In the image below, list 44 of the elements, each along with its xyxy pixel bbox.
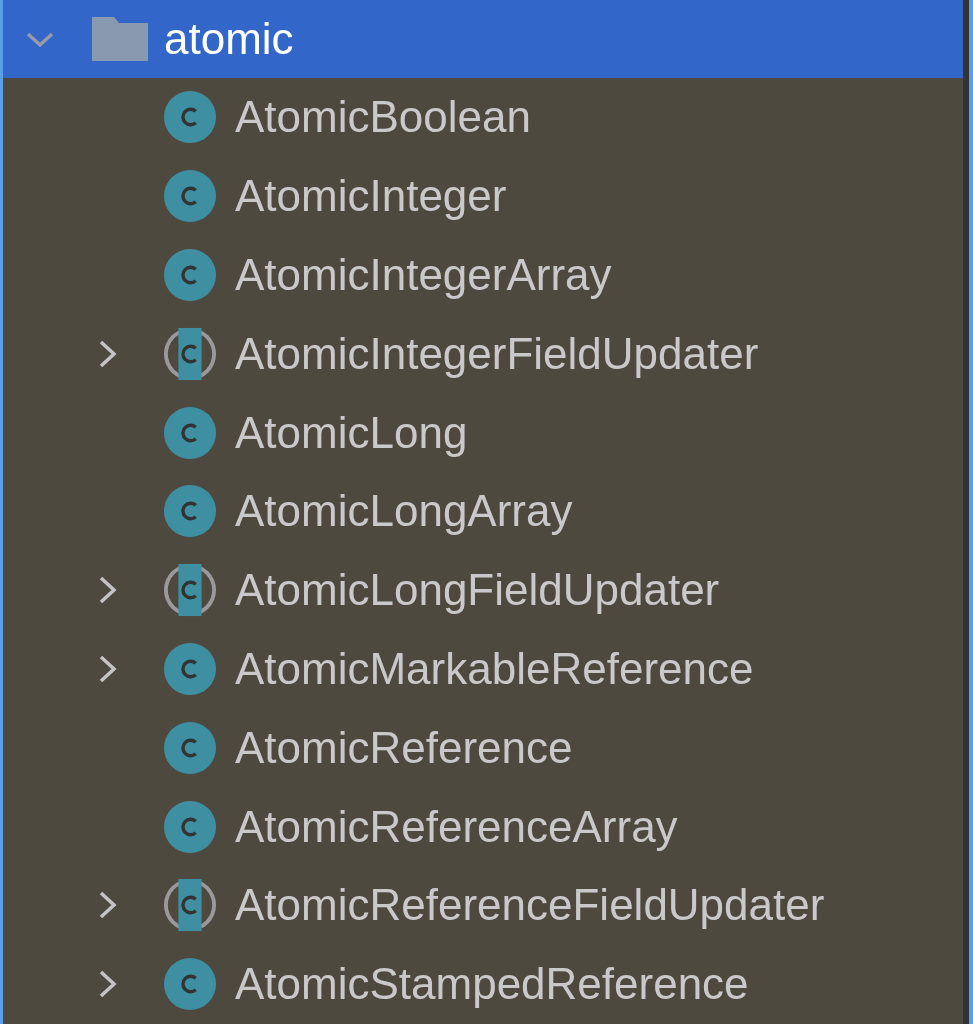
tree-item[interactable]: AtomicIntegerArray	[3, 235, 963, 315]
tree-item[interactable]: AtomicLong	[3, 393, 963, 472]
class-name: AtomicReference	[235, 722, 573, 773]
tree-item[interactable]: AtomicLongArray	[3, 472, 963, 551]
tree-item[interactable]: AtomicReferenceArray	[3, 787, 963, 866]
class-icon	[163, 641, 217, 696]
chevron-right-icon[interactable]	[98, 969, 118, 1000]
class-icon	[163, 799, 217, 854]
tree-item[interactable]: AtomicLongFieldUpdater	[3, 550, 963, 630]
tree-item[interactable]: AtomicIntegerFieldUpdater	[3, 314, 963, 394]
class-name: AtomicLong	[235, 407, 468, 458]
chevron-right-icon[interactable]	[98, 575, 118, 606]
abstract-class-icon	[163, 878, 217, 933]
tree-item[interactable]: AtomicReferenceFieldUpdater	[3, 865, 963, 945]
class-icon	[163, 405, 217, 460]
tree-item[interactable]: AtomicMarkableReference	[3, 629, 963, 709]
class-name: AtomicMarkableReference	[235, 643, 754, 694]
class-name: AtomicInteger	[235, 171, 507, 222]
class-icon	[163, 484, 217, 539]
abstract-class-icon	[163, 563, 217, 618]
folder-name: atomic	[164, 14, 294, 64]
chevron-right-icon[interactable]	[98, 890, 118, 921]
tree-item[interactable]: AtomicStampedReference	[3, 944, 963, 1024]
class-icon	[163, 720, 217, 775]
class-icon	[163, 957, 217, 1012]
abstract-class-icon	[163, 326, 217, 381]
class-name: AtomicIntegerArray	[235, 250, 612, 300]
class-name: AtomicLongFieldUpdater	[235, 565, 720, 616]
class-name: AtomicBoolean	[235, 92, 531, 143]
chevron-right-icon[interactable]	[98, 338, 118, 369]
tree-item[interactable]: AtomicInteger	[3, 156, 963, 236]
tree-item[interactable]: atomic	[3, 0, 963, 78]
class-name: AtomicLongArray	[235, 486, 573, 537]
tree-item[interactable]: AtomicReference	[3, 708, 963, 788]
class-name: AtomicStampedReference	[235, 959, 749, 1010]
class-icon	[163, 248, 217, 302]
class-name: AtomicReferenceArray	[235, 801, 678, 852]
class-icon	[163, 90, 217, 145]
folder-icon	[92, 17, 148, 61]
class-name: AtomicReferenceFieldUpdater	[235, 880, 825, 931]
chevron-right-icon[interactable]	[98, 653, 118, 684]
class-icon	[163, 169, 217, 224]
tree-item[interactable]: AtomicBoolean	[3, 78, 963, 157]
class-name: AtomicIntegerFieldUpdater	[235, 328, 759, 379]
